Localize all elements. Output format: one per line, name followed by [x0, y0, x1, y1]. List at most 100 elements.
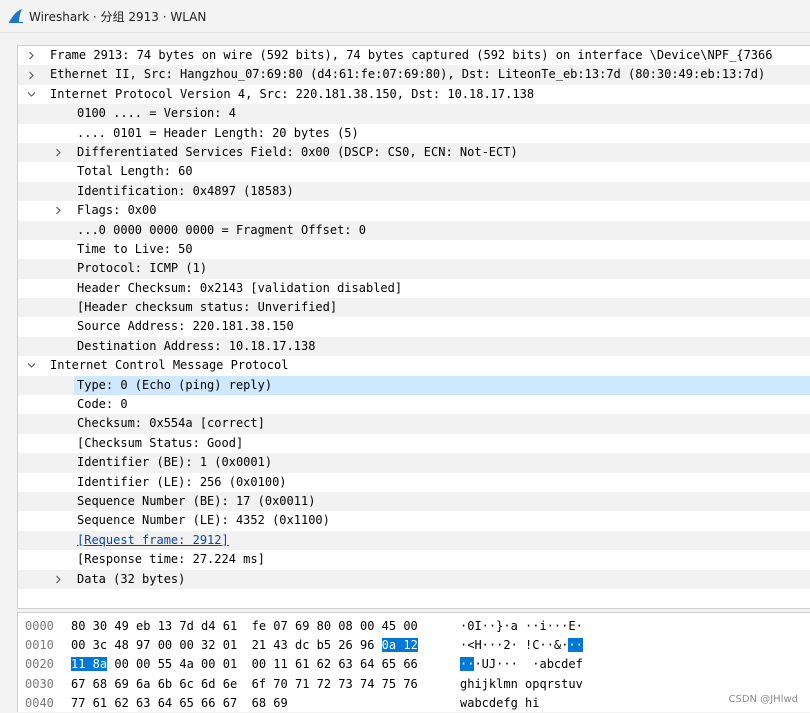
selected-ascii: ··: [460, 657, 475, 672]
tree-row[interactable]: Ethernet II, Src: Hangzhou_07:69:80 (d4:…: [18, 65, 810, 85]
chevron-right-icon[interactable]: [25, 46, 37, 65]
hex-offset: 0030: [25, 676, 54, 691]
tree-row[interactable]: Sequence Number (LE): 4352 (0x1100): [18, 511, 810, 530]
hex-bytes[interactable]: 80 30 49 eb 13 7d d4 61 fe 07 69 80 08 0…: [71, 617, 418, 636]
hex-bytes-segment: 67 68 69 6a 6b 6c 6d 6e 6f 70 71 72 73 7…: [71, 676, 418, 691]
hex-ascii-segment: ghijklmn opqrstuv: [460, 676, 583, 691]
hex-ascii[interactable]: wabcdefg hi: [460, 694, 539, 713]
chevron-down-icon[interactable]: [25, 85, 37, 104]
watermark: CSDN @JHlwd: [728, 694, 798, 705]
tree-row[interactable]: Checksum: 0x554a [correct]: [18, 414, 810, 434]
tree-row[interactable]: Protocol: ICMP (1): [18, 259, 810, 279]
hex-ascii-segment: wabcdefg hi: [460, 695, 540, 710]
hex-bytes-segment: 80 30 49 eb 13 7d d4 61 fe 07 69 80 08 0…: [71, 619, 418, 633]
hex-bytes[interactable]: 11 8a 00 00 55 4a 00 01 00 11 61 62 63 6…: [71, 655, 418, 674]
hex-row[interactable]: 0040 77 61 62 63 64 65 66 67 68 69 wabcdef…: [18, 694, 810, 713]
hex-bytes[interactable]: 77 61 62 63 64 65 66 67 68 69: [71, 694, 288, 713]
tree-row[interactable]: Identification: 0x4897 (18583): [18, 181, 810, 202]
hex-row[interactable]: 0020 11 8a 00 00 55 4a 00 01 00 11 61 62 …: [18, 655, 810, 674]
tree-row-label: .... 0101 = Header Length: 20 bytes (5): [77, 125, 359, 140]
hex-ascii-segment: ·0I··}·a ··i···E·: [460, 619, 583, 633]
tree-row-label: Source Address: 220.181.38.150: [77, 319, 294, 334]
tree-row-label: Total Length: 60: [77, 164, 193, 179]
tree-row-label: Type: 0 (Echo (ping) reply): [77, 377, 273, 392]
hex-ascii[interactable]: ·<H···2· !C··&···: [460, 636, 583, 655]
tree-row[interactable]: [Checksum Status: Good]: [18, 434, 810, 453]
packet-bytes-pane[interactable]: 0000 80 30 49 eb 13 7d d4 61 fe 07 69 80 …: [17, 612, 810, 712]
hex-bytes-segment: 77 61 62 63 64 65 66 67 68 69: [71, 695, 288, 710]
hex-ascii[interactable]: ···UJ··· ·abcdef: [460, 655, 583, 674]
tree-row-label: [Response time: 27.224 ms]: [77, 552, 265, 567]
tree-row-label: Destination Address: 10.18.17.138: [77, 338, 316, 353]
tree-row[interactable]: Sequence Number (BE): 17 (0x0011): [18, 491, 810, 512]
hex-bytes[interactable]: 67 68 69 6a 6b 6c 6d 6e 6f 70 71 72 73 7…: [71, 675, 418, 694]
tree-row-label: Protocol: ICMP (1): [77, 261, 208, 276]
tree-row-label: Differentiated Services Field: 0x00 (DSC…: [77, 144, 518, 159]
tree-row[interactable]: Frame 2913: 74 bytes on wire (592 bits),…: [18, 46, 810, 65]
chevron-right-icon[interactable]: [52, 570, 64, 589]
chevron-right-icon[interactable]: [52, 201, 64, 220]
tree-row[interactable]: [Request frame: 2912]: [18, 530, 810, 551]
tree-row[interactable]: Type: 0 (Echo (ping) reply): [18, 375, 810, 396]
tree-row-label: Sequence Number (LE): 4352 (0x1100): [77, 513, 330, 528]
tree-row[interactable]: 0100 .... = Version: 4: [18, 104, 810, 124]
tree-row[interactable]: Destination Address: 10.18.17.138: [18, 336, 810, 357]
hex-offset: 0040: [25, 695, 54, 710]
hex-ascii[interactable]: ghijklmn opqrstuv: [460, 675, 583, 694]
tree-row-label: Time to Live: 50: [77, 241, 193, 256]
tree-row[interactable]: Flags: 0x00: [18, 201, 810, 220]
hex-bytes[interactable]: 00 3c 48 97 00 00 32 01 21 43 dc b5 26 9…: [71, 636, 418, 655]
hex-offset: 0010: [25, 638, 54, 653]
tree-row[interactable]: Source Address: 220.181.38.150: [18, 317, 810, 336]
tree-row[interactable]: Total Length: 60: [18, 162, 810, 181]
tree-row-label: Sequence Number (BE): 17 (0x0011): [77, 493, 316, 508]
hex-ascii[interactable]: ·0I··}·a ··i···E·: [460, 617, 583, 636]
chevron-right-icon[interactable]: [52, 143, 64, 162]
tree-row-label: Header Checksum: 0x2143 [validation disa…: [77, 280, 403, 295]
wireshark-fin-icon: [8, 8, 24, 24]
tree-row[interactable]: [Header checksum status: Unverified]: [18, 298, 810, 318]
tree-row-label: Identifier (LE): 256 (0x0100): [77, 474, 287, 489]
tree-row[interactable]: Header Checksum: 0x2143 [validation disa…: [18, 279, 810, 298]
hex-bytes-segment: 00 00 55 4a 00 01 00 11 61 62 63 64 65 6…: [107, 657, 418, 672]
tree-row-label: [Checksum Status: Good]: [77, 435, 244, 450]
title-bar: Wireshark · 分组 2913 · WLAN: [0, 0, 810, 33]
tree-row-label: Flags: 0x00: [77, 203, 157, 218]
hex-row[interactable]: 0010 00 3c 48 97 00 00 32 01 21 43 dc b5 …: [18, 636, 810, 655]
tree-row[interactable]: Internet Control Message Protocol: [18, 356, 810, 375]
tree-row[interactable]: Differentiated Services Field: 0x00 (DSC…: [18, 142, 810, 163]
tree-row[interactable]: Data (32 bytes): [18, 569, 810, 589]
hex-row[interactable]: 0000 80 30 49 eb 13 7d d4 61 fe 07 69 80 …: [18, 617, 810, 636]
chevron-down-icon[interactable]: [25, 356, 37, 375]
request-frame-link[interactable]: [Request frame: 2912]: [77, 531, 229, 550]
tree-row[interactable]: [Response time: 27.224 ms]: [18, 550, 810, 569]
tree-row-label: Checksum: 0x554a [correct]: [77, 416, 265, 431]
chevron-right-icon[interactable]: [25, 65, 37, 84]
tree-row-label: Data (32 bytes): [77, 571, 186, 586]
tree-row-label: Identification: 0x4897 (18583): [77, 183, 294, 198]
packet-details-tree[interactable]: Frame 2913: 74 bytes on wire (592 bits),…: [17, 45, 810, 609]
hex-bytes-segment: 00 3c 48 97 00 00 32 01 21 43 dc b5 26 9…: [71, 638, 382, 653]
tree-row-label: Internet Protocol Version 4, Src: 220.18…: [50, 86, 535, 101]
hex-offset: 0020: [25, 657, 54, 672]
hex-ascii-segment: ·<H···2· !C··&·: [460, 638, 569, 653]
tree-row-label: Ethernet II, Src: Hangzhou_07:69:80 (d4:…: [50, 67, 766, 82]
tree-row[interactable]: Identifier (LE): 256 (0x0100): [18, 473, 810, 492]
hex-row[interactable]: 0030 67 68 69 6a 6b 6c 6d 6e 6f 70 71 72 …: [18, 675, 810, 694]
tree-row-label: Internet Control Message Protocol: [50, 358, 289, 373]
tree-row-label: 0100 .... = Version: 4: [77, 106, 236, 121]
tree-row-label: [Header checksum status: Unverified]: [77, 300, 338, 315]
selected-bytes: 0a 12: [381, 638, 418, 653]
tree-row[interactable]: Time to Live: 50: [18, 240, 810, 259]
tree-row[interactable]: Internet Protocol Version 4, Src: 220.18…: [18, 85, 810, 104]
tree-row-label: ...0 0000 0000 0000 = Fragment Offset: 0: [77, 222, 366, 237]
hex-offset: 0000: [25, 619, 54, 633]
tree-row-label: Code: 0: [77, 397, 128, 412]
tree-row[interactable]: Identifier (BE): 1 (0x0001): [18, 453, 810, 473]
tree-row-label: Frame 2913: 74 bytes on wire (592 bits),…: [50, 48, 773, 62]
tree-row[interactable]: ...0 0000 0000 0000 = Fragment Offset: 0: [18, 220, 810, 240]
selected-ascii: ··: [568, 638, 583, 653]
tree-row[interactable]: Code: 0: [18, 395, 810, 414]
tree-row[interactable]: .... 0101 = Header Length: 20 bytes (5): [18, 124, 810, 143]
window-title: Wireshark · 分组 2913 · WLAN: [29, 9, 207, 24]
